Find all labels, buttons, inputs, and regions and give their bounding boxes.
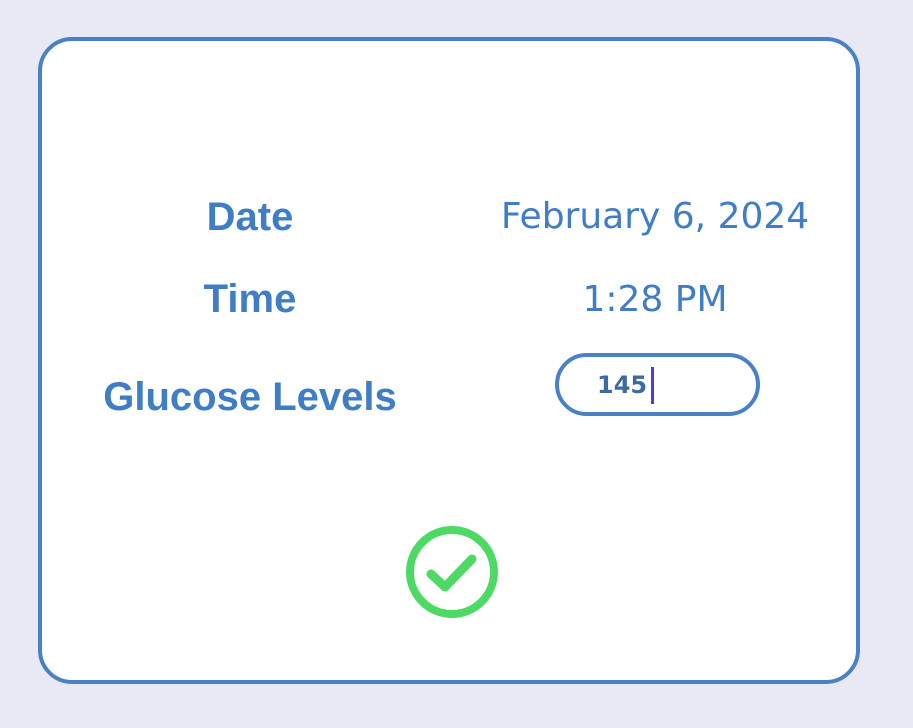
confirm-button[interactable]: [404, 524, 500, 620]
date-value[interactable]: February 6, 2024: [470, 196, 840, 237]
date-label: Date: [206, 195, 294, 239]
text-cursor: [651, 367, 654, 404]
glucose-input-value: 145: [597, 371, 648, 399]
checkmark-circle-icon[interactable]: [404, 524, 500, 620]
glucose-input[interactable]: 145: [555, 353, 760, 416]
time-value[interactable]: 1:28 PM: [530, 279, 780, 320]
time-label: Time: [203, 277, 297, 321]
glucose-levels-label: Glucose Levels: [103, 375, 397, 419]
